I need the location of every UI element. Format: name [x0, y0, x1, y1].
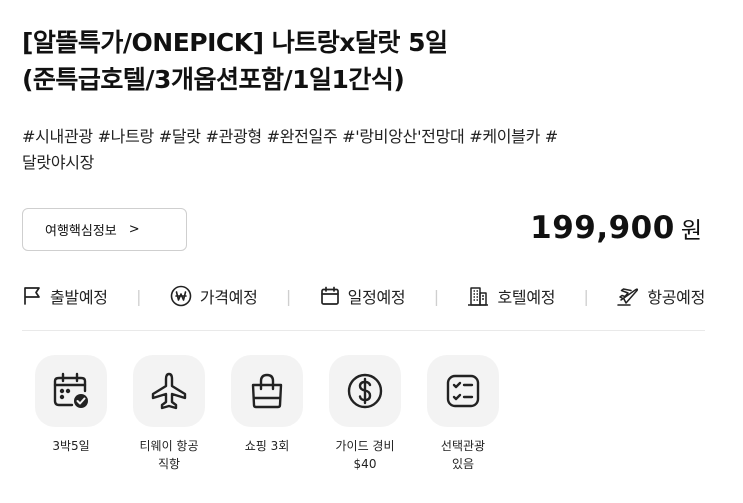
travel-info-button[interactable]: 여행핵심정보 > [22, 208, 187, 251]
status-price: 가격예정 [170, 284, 258, 308]
product-title-line2: (준특급호텔/3개옵션포함/1일1간식) [22, 65, 405, 94]
status-hotel: 호텔예정 [467, 284, 555, 308]
price-unit: 원 [680, 218, 702, 244]
chevron-right-icon: > [128, 222, 140, 237]
feature-shopping-label: 쇼핑 3회 [244, 439, 290, 453]
feature-airline: 티웨이 항공 직항 [120, 355, 218, 473]
feature-optional-tour: 선택관광 있음 [414, 355, 512, 473]
status-separator: | [136, 286, 142, 306]
product-title: [알뜰특가/ONEPICK] 나트랑x달랏 5일 (준특급호텔/3개옵션포함/1… [22, 24, 722, 98]
status-schedule: 일정예정 [320, 284, 406, 308]
feature-icon-tile [231, 355, 303, 427]
status-schedule-label: 일정예정 [347, 288, 406, 307]
status-flight-label: 항공예정 [647, 288, 705, 307]
divider [22, 330, 705, 331]
status-flight: 항공예정 [617, 284, 705, 308]
feature-optional-tour-label: 선택관광 있음 [440, 439, 486, 471]
calendar-check-icon [53, 372, 88, 408]
hotel-building-icon [468, 287, 489, 306]
feature-icon-tile [133, 355, 205, 427]
feature-guide-fee-label: 가이드 경비 $40 [335, 439, 395, 471]
feature-icon-tile [35, 355, 107, 427]
product-tags-line1: #시내관광 #나트랑 #달랏 #관광형 #완전일주 #'랑비앙산'전망대 #케이… [22, 127, 558, 146]
won-circle-icon [170, 285, 192, 307]
checklist-icon [446, 374, 480, 408]
feature-airline-label: 티웨이 항공 직항 [139, 439, 199, 471]
calendar-icon [320, 286, 339, 305]
airplane-icon [617, 288, 639, 306]
feature-list: 3박5일 티웨이 항공 직항 쇼핑 3회 가이드 경비 $40 선택관광 있음 [22, 355, 512, 473]
feature-icon-tile [329, 355, 401, 427]
price-amount: 199,900 [530, 210, 675, 246]
airplane-icon [151, 372, 187, 410]
status-separator: | [583, 286, 589, 306]
status-price-label: 가격예정 [199, 288, 258, 307]
feature-duration: 3박5일 [22, 355, 120, 473]
product-tags: #시내관광 #나트랑 #달랏 #관광형 #완전일주 #'랑비앙산'전망대 #케이… [22, 124, 722, 176]
status-hotel-label: 호텔예정 [497, 288, 556, 307]
status-departure: 출발예정 [22, 284, 108, 308]
feature-guide-fee: 가이드 경비 $40 [316, 355, 414, 473]
dollar-circle-icon [347, 373, 383, 409]
feature-duration-label: 3박5일 [52, 439, 90, 453]
price: 199,900 원 [530, 210, 702, 246]
status-separator: | [285, 286, 292, 306]
status-separator: | [433, 286, 440, 306]
product-tags-line2: 달랏야시장 [22, 153, 95, 172]
product-title-line1: [알뜰특가/ONEPICK] 나트랑x달랏 5일 [22, 28, 448, 57]
feature-shopping: 쇼핑 3회 [218, 355, 316, 473]
shopping-bag-icon [251, 373, 283, 409]
status-row: 출발예정 | 가격예정 | 일정예정 | 호텔예정 | 항공예정 [22, 281, 705, 311]
status-departure-label: 출발예정 [50, 288, 108, 307]
feature-icon-tile [427, 355, 499, 427]
travel-info-button-label: 여행핵심정보 [45, 224, 117, 239]
flag-icon [24, 287, 40, 305]
